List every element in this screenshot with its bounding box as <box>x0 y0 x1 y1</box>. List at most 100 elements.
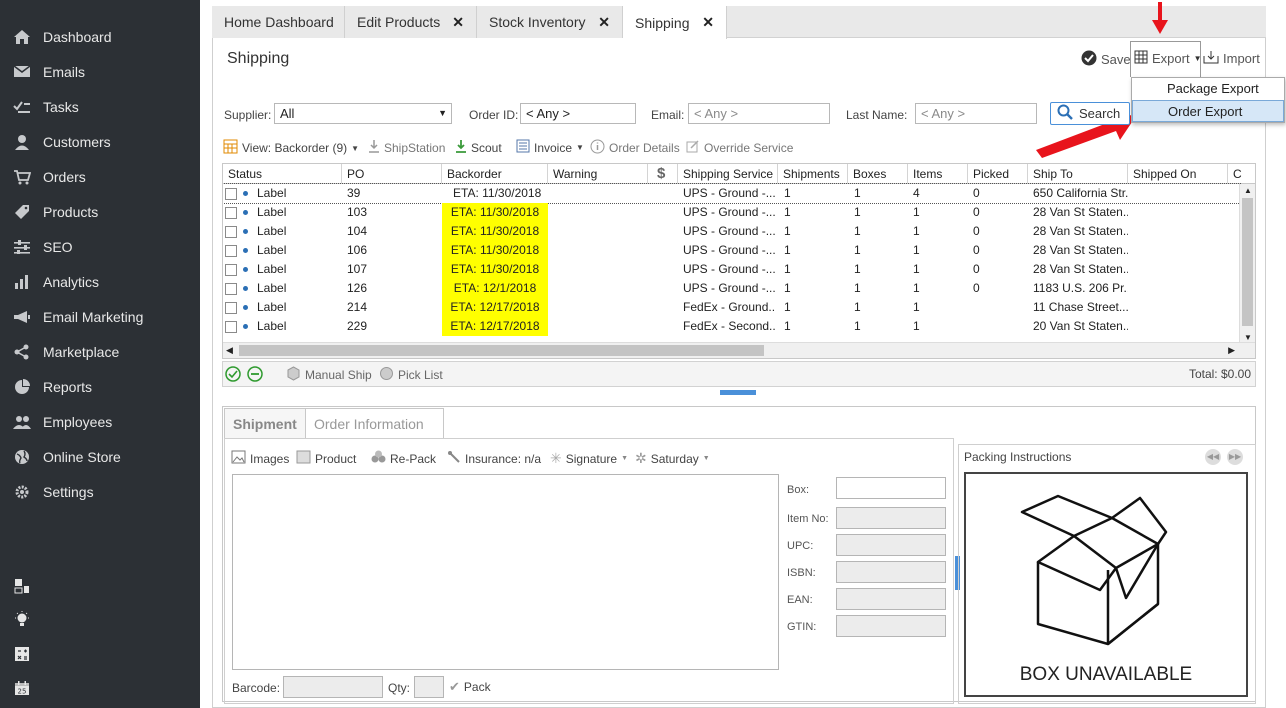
close-icon[interactable]: ✕ <box>702 14 714 31</box>
barcode-input[interactable] <box>283 676 383 698</box>
table-row[interactable]: Label 229 ETA: 12/17/2018 FedEx - Second...… <box>223 317 1240 336</box>
sidebar-item-seo[interactable]: SEO <box>0 229 200 264</box>
qty-input[interactable] <box>414 676 444 698</box>
tab-stock-inventory[interactable]: Stock Inventory ✕ <box>477 6 623 38</box>
previous-icon[interactable]: ◀◀ <box>1205 449 1221 465</box>
search-button[interactable]: Search <box>1050 102 1130 125</box>
sidebar-item-dashboard[interactable]: Dashboard <box>0 19 200 54</box>
close-icon[interactable]: ✕ <box>452 14 464 31</box>
scroll-up-icon[interactable]: ▲ <box>1244 186 1252 195</box>
repack-button[interactable]: Re-Pack <box>371 450 436 467</box>
sidebar-item-employees[interactable]: Employees <box>0 404 200 439</box>
scout-button[interactable]: Scout <box>455 139 502 156</box>
calculator-icon[interactable] <box>12 644 32 664</box>
tab-order-information[interactable]: Order Information <box>305 408 444 438</box>
export-button[interactable]: Export ▼ <box>1134 50 1202 67</box>
row-checkbox[interactable] <box>225 264 237 276</box>
column-header-shipments[interactable]: Shipments <box>778 164 848 184</box>
table-row[interactable]: Label 103 ETA: 11/30/2018 UPS - Ground -...… <box>223 203 1240 222</box>
sidebar-item-email-marketing[interactable]: Email Marketing <box>0 299 200 334</box>
sidebar-item-emails[interactable]: Emails <box>0 54 200 89</box>
saturday-dropdown[interactable]: ✲ Saturday ▼ <box>635 450 710 467</box>
signature-dropdown[interactable]: ✳ Signature ▼ <box>550 450 628 467</box>
item-no-input[interactable] <box>836 507 946 529</box>
sidebar-item-customers[interactable]: Customers <box>0 124 200 159</box>
manual-ship-button[interactable]: Manual Ship <box>286 366 372 384</box>
sidebar-item-reports[interactable]: Reports <box>0 369 200 404</box>
table-row[interactable]: Label 214 ETA: 12/17/2018 FedEx - Ground...… <box>223 298 1240 317</box>
column-header-picked[interactable]: Picked <box>968 164 1028 184</box>
table-row[interactable]: Label 106 ETA: 11/30/2018 UPS - Ground -...… <box>223 241 1240 260</box>
row-checkbox[interactable] <box>225 283 237 295</box>
column-header-status[interactable]: Status <box>223 164 342 184</box>
ean-input[interactable] <box>836 588 946 610</box>
tab-shipping[interactable]: Shipping ✕ <box>623 6 727 39</box>
menu-item-package-export[interactable]: Package Export <box>1132 78 1284 100</box>
row-checkbox[interactable] <box>225 188 237 200</box>
tab-shipment[interactable]: Shipment <box>224 408 306 438</box>
invoice-dropdown[interactable]: Invoice ▼ <box>516 139 584 156</box>
save-button[interactable]: Save <box>1081 50 1131 69</box>
lightbulb-icon[interactable] <box>12 610 32 630</box>
sidebar-item-marketplace[interactable]: Marketplace <box>0 334 200 369</box>
scrollbar-thumb[interactable] <box>1242 198 1253 326</box>
column-header-shipping-service[interactable]: Shipping Service <box>678 164 778 184</box>
override-service-button[interactable]: Override Service <box>686 139 793 156</box>
close-icon[interactable]: ✕ <box>598 14 610 31</box>
order-id-input[interactable]: < Any > <box>520 103 636 124</box>
table-row[interactable]: Label 126 ETA: 12/1/2018 UPS - Ground -... 1… <box>223 279 1240 298</box>
supplier-select[interactable]: All ▼ <box>274 103 452 124</box>
upc-input[interactable] <box>836 534 946 556</box>
isbn-input[interactable] <box>836 561 946 583</box>
shipment-items-area[interactable] <box>232 474 779 670</box>
pack-button[interactable]: ✔ Pack <box>449 679 491 695</box>
column-header-boxes[interactable]: Boxes <box>848 164 908 184</box>
row-checkbox[interactable] <box>225 245 237 257</box>
sidebar-item-analytics[interactable]: Analytics <box>0 264 200 299</box>
horizontal-scrollbar[interactable]: ◀ ▶ <box>223 342 1255 358</box>
tab-home-dashboard[interactable]: Home Dashboard <box>212 6 345 38</box>
column-header-po[interactable]: PO <box>342 164 442 184</box>
minus-circle-icon[interactable] <box>247 366 263 385</box>
insurance-button[interactable]: Insurance: n/a <box>447 450 541 467</box>
shipstation-button[interactable]: ShipStation <box>368 139 445 156</box>
column-header-warning[interactable]: Warning <box>548 164 648 184</box>
splitter-handle[interactable] <box>720 390 756 395</box>
column-header-backorder[interactable]: Backorder <box>442 164 548 184</box>
pick-list-button[interactable]: Pick List <box>379 366 443 384</box>
row-checkbox[interactable] <box>225 302 237 314</box>
table-row[interactable]: Label 104 ETA: 11/30/2018 UPS - Ground -...… <box>223 222 1240 241</box>
row-checkbox[interactable] <box>225 226 237 238</box>
email-input[interactable]: < Any > <box>688 103 830 124</box>
last-name-input[interactable]: < Any > <box>915 103 1037 124</box>
tab-edit-products[interactable]: Edit Products ✕ <box>345 6 477 38</box>
menu-item-order-export[interactable]: Order Export <box>1132 100 1284 122</box>
import-button[interactable]: Import <box>1203 50 1260 67</box>
check-circle-icon[interactable] <box>225 366 241 385</box>
product-button[interactable]: Product <box>296 450 356 467</box>
table-row[interactable]: Label 107 ETA: 11/30/2018 UPS - Ground -...… <box>223 260 1240 279</box>
scroll-right-icon[interactable]: ▶ <box>1228 345 1235 356</box>
column-header-shipped-on[interactable]: Shipped On <box>1128 164 1228 184</box>
column-header-price[interactable]: $ <box>648 164 678 184</box>
scrollbar-thumb[interactable] <box>239 345 764 356</box>
row-checkbox[interactable] <box>225 321 237 333</box>
images-button[interactable]: Images <box>231 450 289 467</box>
gtin-input[interactable] <box>836 615 946 637</box>
row-checkbox[interactable] <box>225 207 237 219</box>
next-icon[interactable]: ▶▶ <box>1227 449 1243 465</box>
vertical-scrollbar[interactable]: ▲ ▼ <box>1239 184 1255 344</box>
layout-icon[interactable] <box>12 576 32 596</box>
scroll-down-icon[interactable]: ▼ <box>1244 333 1252 342</box>
sidebar-item-products[interactable]: Products <box>0 194 200 229</box>
order-details-button[interactable]: Order Details <box>590 139 680 157</box>
scroll-left-icon[interactable]: ◀ <box>226 345 233 356</box>
sidebar-item-online-store[interactable]: Online Store <box>0 439 200 474</box>
view-dropdown[interactable]: View: Backorder (9) ▼ <box>223 139 359 157</box>
sidebar-item-tasks[interactable]: Tasks <box>0 89 200 124</box>
sidebar-item-settings[interactable]: Settings <box>0 474 200 509</box>
column-header-ship-to[interactable]: Ship To <box>1028 164 1128 184</box>
column-header-c[interactable]: C <box>1228 164 1255 184</box>
calendar-icon[interactable]: 25 <box>12 678 32 698</box>
sidebar-item-orders[interactable]: Orders <box>0 159 200 194</box>
